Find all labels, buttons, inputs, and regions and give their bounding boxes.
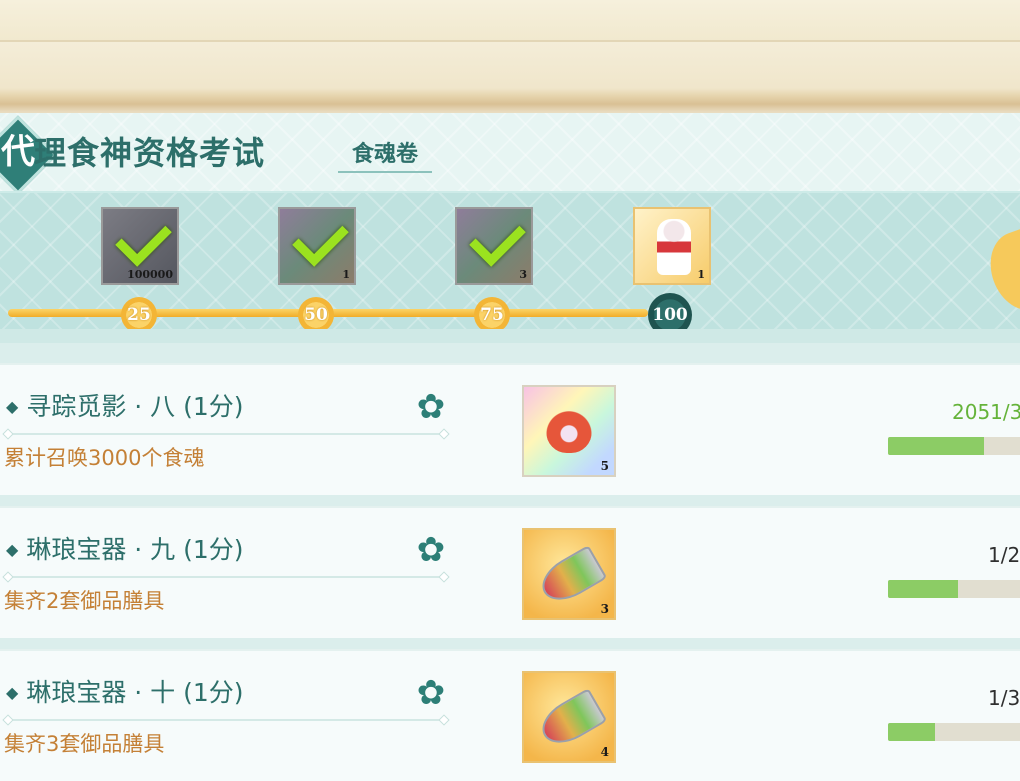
reward-count: 5 xyxy=(600,459,609,473)
tier-reward-4[interactable]: 1 xyxy=(633,207,711,285)
task-divider xyxy=(6,719,446,721)
progress-text: 2051/3 xyxy=(952,400,1020,424)
task-reward-item[interactable]: 4 xyxy=(522,671,616,763)
task-divider xyxy=(6,576,446,578)
task-divider xyxy=(6,433,446,435)
progress-bar xyxy=(888,723,1020,741)
reward-count: 4 xyxy=(600,745,609,759)
milestone-reward-bar: 100000 1 3 1 25 50 75 100 xyxy=(0,191,1020,343)
top-banner xyxy=(0,0,1020,115)
progress-text: 1/2 xyxy=(988,543,1020,567)
milestone-marker: 25 xyxy=(121,297,157,333)
tab-food-soul-scroll[interactable]: 食魂卷 xyxy=(338,137,432,173)
flower-score-icon: ✿ xyxy=(416,530,446,570)
task-name: ◆ 寻踪觅影 · 八 (1分) xyxy=(6,389,244,425)
progress-text: 1/3 xyxy=(988,686,1020,710)
task-reward-item[interactable]: 3 xyxy=(522,528,616,620)
progress-fill xyxy=(888,437,984,455)
tier-reward-1[interactable]: 100000 xyxy=(101,207,179,285)
claimed-check-icon xyxy=(469,210,526,267)
claimed-check-icon xyxy=(292,210,349,267)
character-portrait-icon xyxy=(657,219,691,275)
title-badge-char: 代 xyxy=(1,132,35,172)
page-title: 理食神资格考试 xyxy=(34,134,266,172)
tier-reward-3[interactable]: 3 xyxy=(455,207,533,285)
flower-score-icon: ✿ xyxy=(416,673,446,713)
diamond-bullet-icon: ◆ xyxy=(6,397,19,416)
task-row[interactable]: ◆ 寻踪觅影 · 八 (1分) 累计召唤3000个食魂 ✿ 5 2051/3 xyxy=(0,363,1020,495)
banner-divider xyxy=(0,40,1020,42)
tier-reward-count: 1 xyxy=(697,268,705,281)
task-name: ◆ 琳琅宝器 · 十 (1分) xyxy=(6,675,244,711)
tier-reward-count: 100000 xyxy=(127,268,173,281)
progress-fill xyxy=(888,723,935,741)
spice-bottle-icon xyxy=(534,688,608,752)
panel-header: 代 理食神资格考试 食魂卷 xyxy=(0,113,1020,195)
diamond-bullet-icon: ◆ xyxy=(6,540,19,559)
flower-score-icon: ✿ xyxy=(416,387,446,427)
progress-bar xyxy=(888,437,1020,455)
task-name-text: 琳琅宝器 · 十 (1分) xyxy=(26,678,244,707)
reward-count: 3 xyxy=(600,602,609,616)
claimed-check-icon xyxy=(115,210,172,267)
milestone-marker: 50 xyxy=(298,297,334,333)
fire-spirit-icon xyxy=(546,405,592,453)
progress-fill xyxy=(888,580,958,598)
task-row[interactable]: ◆ 琳琅宝器 · 十 (1分) 集齐3套御品膳具 ✿ 4 1/3 xyxy=(0,649,1020,781)
tier-reward-count: 1 xyxy=(342,268,350,281)
bar-bottom-stripe xyxy=(0,329,1020,343)
task-reward-item[interactable]: 5 xyxy=(522,385,616,477)
task-description: 累计召唤3000个食魂 xyxy=(4,446,205,470)
leaf-decoration-icon xyxy=(980,223,1020,319)
task-description: 集齐2套御品膳具 xyxy=(4,589,165,613)
spice-bottle-icon xyxy=(534,545,608,609)
tier-reward-count: 3 xyxy=(519,268,527,281)
tier-reward-2[interactable]: 1 xyxy=(278,207,356,285)
task-name: ◆ 琳琅宝器 · 九 (1分) xyxy=(6,532,244,568)
task-row[interactable]: ◆ 琳琅宝器 · 九 (1分) 集齐2套御品膳具 ✿ 3 1/2 xyxy=(0,506,1020,638)
task-description: 集齐3套御品膳具 xyxy=(4,732,165,756)
exam-panel: 代 理食神资格考试 食魂卷 100000 1 3 1 25 50 75 100 xyxy=(0,113,1020,781)
diamond-bullet-icon: ◆ xyxy=(6,683,19,702)
task-name-text: 寻踪觅影 · 八 (1分) xyxy=(26,392,244,421)
progress-bar xyxy=(888,580,1020,598)
task-name-text: 琳琅宝器 · 九 (1分) xyxy=(26,535,244,564)
milestone-marker: 75 xyxy=(474,297,510,333)
